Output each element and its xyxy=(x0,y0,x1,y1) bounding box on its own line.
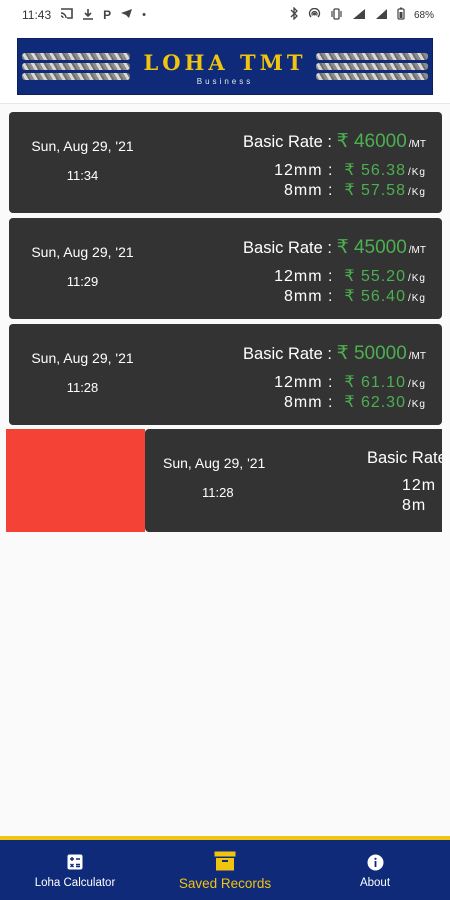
price-unit: /Kg xyxy=(407,399,426,410)
bar-size: 12mm xyxy=(274,268,323,285)
price-unit: /Kg xyxy=(407,187,426,198)
record-card[interactable]: Sun, Aug 29, '21 11:34 Basic Rate : ₹ 46… xyxy=(9,112,442,213)
price-unit: /Kg xyxy=(407,379,426,390)
basic-rate-unit: /MT xyxy=(408,139,426,150)
record-card[interactable]: Sun, Aug 29, '21 11:28 Basic Rate : ₹ 50… xyxy=(9,324,442,425)
bar-size: 8m xyxy=(402,497,427,514)
bar-price: ₹ 62.30 xyxy=(344,394,406,411)
nav-saved-records[interactable]: Saved Records xyxy=(150,840,300,900)
battery-percent: 68% xyxy=(413,9,434,21)
nav-label: About xyxy=(359,877,391,889)
basic-rate-label: Basic Rate : xyxy=(243,345,332,363)
bar-price: ₹ 56.38 xyxy=(344,162,406,179)
download-icon xyxy=(82,8,94,23)
bar-size: 8mm xyxy=(283,182,323,199)
bar-size: 12m xyxy=(402,477,437,494)
record-time: 11:34 xyxy=(66,168,99,183)
price-row-12mm: 12mm : ₹ 61.10/Kg xyxy=(274,374,426,391)
dot-icon: • xyxy=(142,9,147,21)
status-bar: 11:43 P • 68% xyxy=(0,0,450,30)
record-date: Sun, Aug 29, '21 xyxy=(31,244,134,260)
bar-size: 8mm xyxy=(283,288,323,305)
price-row-8mm: 8mm : ₹ 56.40/Kg xyxy=(283,288,426,305)
basic-rate-unit: /MT xyxy=(408,245,426,256)
price-unit: /Kg xyxy=(407,273,426,284)
record-time: 11:28 xyxy=(66,380,99,395)
bottom-navigation: Loha Calculator Saved Records About xyxy=(0,836,450,900)
send-icon xyxy=(120,8,133,22)
parking-icon: P xyxy=(103,8,112,22)
record-date: Sun, Aug 29, '21 xyxy=(31,138,134,154)
basic-rate-value: ₹ 46000 xyxy=(336,131,407,152)
bar-size: 12mm xyxy=(274,374,323,391)
bar-price: ₹ 56.40 xyxy=(344,288,406,305)
bar-price: ₹ 55.20 xyxy=(344,268,406,285)
basic-rate: Basic Rate : ₹ 46000/MT xyxy=(243,130,426,153)
info-icon xyxy=(367,851,384,873)
vibrate-icon xyxy=(330,7,343,23)
price-unit: /Kg xyxy=(407,167,426,178)
brand-subtitle: Business xyxy=(196,77,254,86)
basic-rate-label: Basic Rate xyxy=(367,449,442,467)
status-time: 11:43 xyxy=(22,8,52,22)
bar-size: 8mm xyxy=(283,394,323,411)
record-time: 11:29 xyxy=(66,274,99,289)
hotspot-icon xyxy=(308,7,321,23)
delete-background[interactable] xyxy=(6,429,145,532)
price-unit: /Kg xyxy=(407,293,426,304)
basic-rate-value: ₹ 50000 xyxy=(336,343,407,364)
basic-rate-label: Basic Rate : xyxy=(243,239,332,257)
nav-about[interactable]: About xyxy=(300,840,450,900)
bar-size: 12mm xyxy=(274,162,323,179)
price-row-8mm: 8mm : ₹ 57.58/Kg xyxy=(283,182,426,199)
basic-rate-unit: /MT xyxy=(408,351,426,362)
basic-rate: Basic Rate : ₹ 45000/MT xyxy=(243,236,426,259)
cast-icon xyxy=(60,8,73,22)
archive-box-icon xyxy=(214,850,236,872)
record-card-swiped[interactable]: Sun, Aug 29, '21 11:28 Basic Rate 12m 8m xyxy=(145,429,442,532)
record-date: Sun, Aug 29, '21 xyxy=(31,350,134,366)
nav-label: Loha Calculator xyxy=(34,877,116,889)
basic-rate-value: ₹ 45000 xyxy=(336,237,407,258)
record-card[interactable]: Sun, Aug 29, '21 11:29 Basic Rate : ₹ 45… xyxy=(9,218,442,319)
signal-icon xyxy=(352,8,366,23)
brand-banner: LOHA TMT Business xyxy=(17,38,433,95)
battery-icon xyxy=(397,7,405,23)
brand-title: LOHA TMT xyxy=(143,50,307,75)
price-row-8mm: 8mm : ₹ 62.30/Kg xyxy=(283,394,426,411)
price-row-12mm: 12mm : ₹ 55.20/Kg xyxy=(274,268,426,285)
basic-rate: Basic Rate : ₹ 50000/MT xyxy=(243,342,426,365)
nav-label: Saved Records xyxy=(178,875,272,891)
swipe-to-delete-row[interactable]: Sun, Aug 29, '21 11:28 Basic Rate 12m 8m xyxy=(6,429,442,532)
basic-rate-label: Basic Rate : xyxy=(243,133,332,151)
nav-loha-calculator[interactable]: Loha Calculator xyxy=(0,840,150,900)
record-time: 11:28 xyxy=(202,485,234,500)
bar-price: ₹ 61.10 xyxy=(344,374,406,391)
bar-price: ₹ 57.58 xyxy=(344,182,406,199)
app-header: LOHA TMT Business xyxy=(0,30,450,104)
price-row-12mm: 12mm : ₹ 56.38/Kg xyxy=(274,162,426,179)
wifi-icon xyxy=(375,8,388,23)
calculator-icon xyxy=(67,851,83,873)
record-date: Sun, Aug 29, '21 xyxy=(163,455,266,471)
bluetooth-icon xyxy=(290,6,299,23)
